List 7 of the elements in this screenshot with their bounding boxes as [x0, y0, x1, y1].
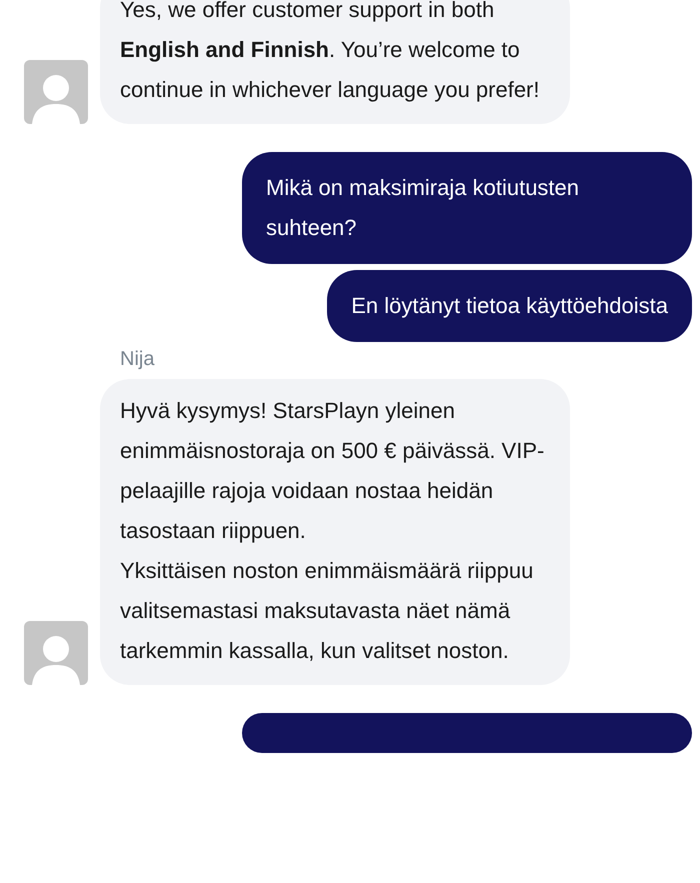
sender-name: Nija	[120, 348, 156, 371]
message-bubble: Mikä on maksimiraja kotiutusten suhteen?	[242, 152, 692, 264]
message-bubble: Hyvä kysymys! StarsPlayn yleinen enimmäisnostoraja on 500 € päivässä. VIP-pelaajille rajoja voidaan nostaa heidän tasostaan riippuen. Yksittäisen noston enimmäismäärä riippuu valitsemastasi maksutavasta näet nämä tarkemmin kassalla, kun valitset noston.	[100, 379, 570, 685]
avatar-icon	[24, 60, 88, 124]
avatar-icon	[24, 621, 88, 685]
message-bubble: Yes, we offer customer support in both English and Finnish. You’re welcome to continue in whichever language you prefer!	[100, 0, 570, 124]
message-bubble: En löytänyt tietoa käyttöehdoista	[327, 270, 692, 342]
